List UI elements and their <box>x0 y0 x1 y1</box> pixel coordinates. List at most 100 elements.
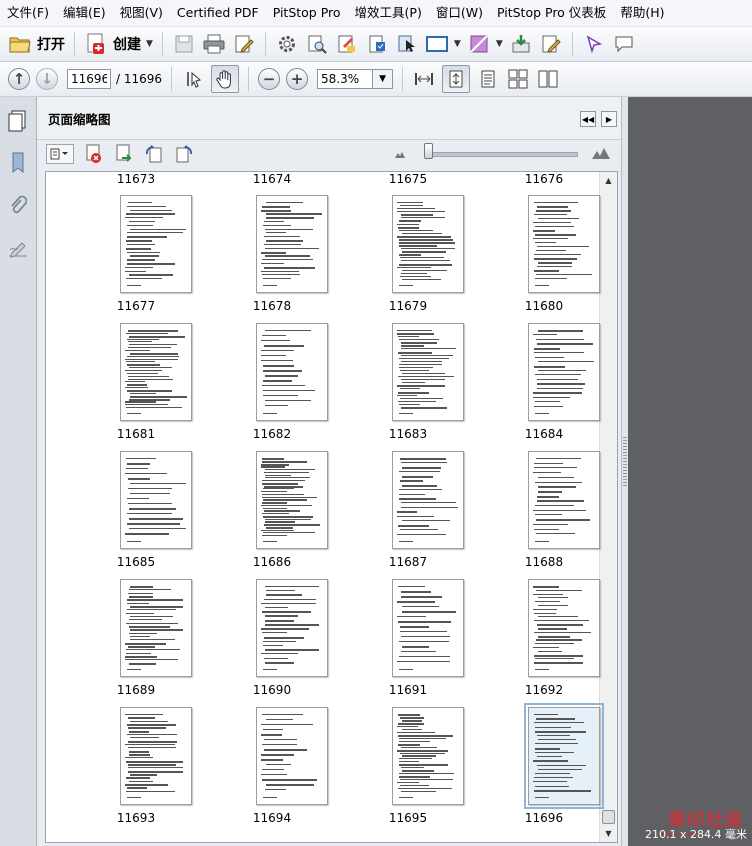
collapse-panel-button[interactable]: ◀◀ <box>580 111 596 127</box>
zoom-dropdown[interactable]: ▼ <box>373 69 394 89</box>
page-thumbnail[interactable] <box>392 579 464 677</box>
select-text-button[interactable] <box>181 66 205 92</box>
rotate-pages-left-button[interactable] <box>144 143 164 165</box>
page-thumbnail[interactable] <box>392 707 464 805</box>
export-button[interactable] <box>509 31 533 57</box>
two-page-button[interactable] <box>536 66 560 92</box>
menu-window[interactable]: 窗口(W) <box>429 0 490 26</box>
page-box-button[interactable]: ▼ <box>425 31 461 57</box>
zoom-out-button[interactable]: − <box>258 66 281 92</box>
page-thumbnail[interactable] <box>120 451 192 549</box>
menu-edit[interactable]: 编辑(E) <box>56 0 113 26</box>
menu-bar: 文件(F) 编辑(E) 视图(V) Certified PDF PitStop … <box>0 0 752 27</box>
thumbnail-text-line <box>535 743 578 745</box>
menu-view[interactable]: 视图(V) <box>113 0 170 26</box>
signature-icon[interactable] <box>6 235 30 263</box>
thumbnail-text-line <box>126 332 168 334</box>
page-number-label: 11688 <box>524 555 564 569</box>
thumbnail-grid[interactable]: ▲ ▼ 11673 11674 11675 11676 11677 11678 11679 1… <box>45 171 618 843</box>
page-number-label: 11674 <box>252 172 292 186</box>
page-thumbnail[interactable] <box>256 323 328 421</box>
edit-button[interactable] <box>232 31 256 57</box>
select-object-button[interactable] <box>395 31 419 57</box>
panel-splitter[interactable] <box>621 97 628 846</box>
zoom-input[interactable] <box>317 69 374 89</box>
pages-icon[interactable] <box>6 107 30 135</box>
bookmark-icon[interactable] <box>6 149 30 177</box>
page-thumbnail[interactable] <box>528 579 600 677</box>
menu-plugins[interactable]: 增效工具(P) <box>348 0 429 26</box>
document-view[interactable] <box>628 97 752 846</box>
toolbar-separator <box>171 67 173 91</box>
fit-width-icon <box>412 68 436 90</box>
thumbnail-text-line <box>535 374 581 376</box>
action-list-button[interactable] <box>365 31 389 57</box>
thumbnail-text-line <box>536 338 584 340</box>
thumbnail-text-line <box>535 514 562 516</box>
color-button[interactable]: ▼ <box>467 31 503 57</box>
thumbnail-options-button[interactable] <box>46 144 74 164</box>
fit-width-button[interactable] <box>412 66 436 92</box>
extract-pages-button[interactable] <box>114 143 134 165</box>
create-button[interactable]: 创建 ▼ <box>84 31 153 57</box>
attachment-icon[interactable] <box>6 192 30 220</box>
zoom-in-button[interactable]: + <box>286 66 309 92</box>
menu-help[interactable]: 帮助(H) <box>613 0 671 26</box>
thumbnail-text-line <box>261 355 286 356</box>
scrollbar-thumb[interactable] <box>602 810 615 824</box>
save-button[interactable] <box>172 31 196 57</box>
toolbar-separator <box>161 32 163 56</box>
open-button[interactable]: 打开 <box>8 31 65 57</box>
settings-button[interactable] <box>275 31 299 57</box>
page-thumbnail[interactable] <box>256 579 328 677</box>
page-thumbnail[interactable] <box>120 579 192 677</box>
menu-certified-pdf[interactable]: Certified PDF <box>170 0 266 26</box>
select-tool-button[interactable] <box>582 31 606 57</box>
scroll-up-icon[interactable]: ▲ <box>602 174 615 187</box>
page-thumbnail[interactable] <box>392 451 464 549</box>
preflight-button[interactable] <box>335 31 359 57</box>
delete-pages-button[interactable] <box>84 143 104 165</box>
print-button[interactable] <box>202 31 226 57</box>
page-thumbnail[interactable] <box>120 323 192 421</box>
page-thumbnail[interactable] <box>256 195 328 293</box>
page-thumbnail[interactable] <box>392 323 464 421</box>
page-thumbnail[interactable] <box>256 707 328 805</box>
single-page-button[interactable] <box>476 66 500 92</box>
menu-pitstop-pro[interactable]: PitStop Pro <box>266 0 348 26</box>
thumbnail-text-line <box>401 345 424 348</box>
page-thumbnail[interactable] <box>528 451 600 549</box>
vertical-scrollbar[interactable]: ▲ ▼ <box>599 172 617 842</box>
comment-button[interactable] <box>612 31 636 57</box>
thumbnail-text-line <box>264 221 284 223</box>
menu-pitstop-dashboard[interactable]: PitStop Pro 仪表板 <box>490 0 613 26</box>
thumbnail-text-line <box>398 621 451 623</box>
next-page-button[interactable]: ↓ <box>36 66 58 92</box>
splitter-grip[interactable] <box>623 437 627 487</box>
scroll-down-icon[interactable]: ▼ <box>602 827 615 840</box>
thumbnail-text-line <box>538 476 574 478</box>
previous-page-button[interactable]: ↑ <box>8 66 30 92</box>
rotate-pages-right-button[interactable] <box>174 143 194 165</box>
sign-button[interactable] <box>539 31 563 57</box>
page-thumbnail[interactable] <box>120 195 192 293</box>
page-thumbnail[interactable] <box>256 451 328 549</box>
menu-file[interactable]: 文件(F) <box>0 0 56 26</box>
page-thumbnail[interactable] <box>528 323 600 421</box>
thumbnail-text-line <box>263 365 294 367</box>
page-thumbnail[interactable] <box>392 195 464 293</box>
slider-thumb[interactable] <box>424 143 433 159</box>
thumbnail-size-slider[interactable] <box>426 152 578 157</box>
panel-options-button[interactable]: ▶ <box>601 111 617 127</box>
page-number-input[interactable] <box>67 69 111 89</box>
page-thumbnail[interactable] <box>528 195 600 293</box>
continuous-facing-button[interactable] <box>506 66 530 92</box>
page-thumbnail[interactable] <box>120 707 192 805</box>
toolbar-separator <box>248 67 250 91</box>
thumbnail-text-line <box>261 504 312 506</box>
inspect-button[interactable] <box>305 31 329 57</box>
fit-page-button[interactable] <box>442 65 471 93</box>
hand-tool-button[interactable] <box>211 65 240 93</box>
thumbnail-text-line <box>263 395 298 396</box>
page-thumbnail[interactable] <box>524 703 604 809</box>
